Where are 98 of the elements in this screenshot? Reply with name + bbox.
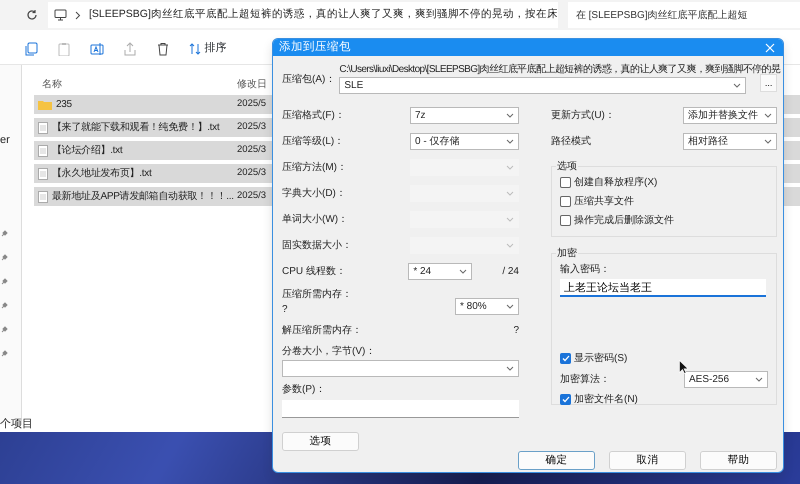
checkbox[interactable] bbox=[560, 196, 571, 208]
clipboard-icon[interactable] bbox=[57, 42, 71, 56]
field-label: 单词大小(W)： bbox=[282, 212, 348, 227]
caret-icon bbox=[755, 376, 763, 382]
dialog-title: 添加到压缩包 bbox=[279, 40, 351, 55]
column-header[interactable]: 名称 bbox=[34, 76, 237, 92]
refresh-icon[interactable] bbox=[26, 9, 38, 21]
document-icon bbox=[38, 168, 48, 180]
checkbox[interactable] bbox=[560, 177, 571, 188]
caret-icon bbox=[764, 112, 772, 118]
browse-button[interactable]: ... bbox=[760, 74, 777, 92]
delete-icon[interactable] bbox=[156, 42, 170, 56]
file-name: 235 bbox=[56, 98, 72, 112]
checkbox[interactable] bbox=[560, 353, 571, 364]
caret-icon bbox=[764, 138, 772, 144]
item-count: 个项目 bbox=[0, 417, 33, 432]
file-date: 2025/5 bbox=[237, 97, 266, 112]
field-label: 分卷大小，字节(V)： bbox=[282, 344, 376, 360]
column-header[interactable]: 修改日 bbox=[237, 76, 267, 92]
field-label: 压缩包(A)： bbox=[282, 72, 336, 88]
chevron-icon bbox=[75, 10, 81, 20]
field-label: CPU 线程数： bbox=[282, 264, 346, 279]
dialog-button[interactable]: 取消 bbox=[609, 451, 686, 470]
checkbox[interactable] bbox=[560, 394, 571, 406]
caret-icon bbox=[506, 112, 514, 118]
sort-button[interactable]: 排序 bbox=[189, 40, 226, 57]
dropdown[interactable]: 7z bbox=[410, 106, 519, 124]
thread-count: / 24 bbox=[502, 264, 519, 279]
caret-icon bbox=[506, 138, 514, 144]
field-label: 固实数据大小： bbox=[282, 238, 352, 253]
checkbox-label: 显示密码(S) bbox=[574, 352, 628, 366]
password-field[interactable]: 上老王论坛当老王 bbox=[560, 279, 766, 298]
pin-icon bbox=[1, 350, 8, 357]
file-date: 2025/3 bbox=[237, 120, 266, 134]
caret-icon bbox=[506, 242, 514, 248]
field-label: 压缩格式(F)： bbox=[282, 108, 345, 123]
memory-value: ? bbox=[282, 303, 289, 318]
field-label: 参数(P)： bbox=[282, 382, 326, 398]
dropdown[interactable]: * 24 bbox=[408, 262, 472, 280]
close-icon[interactable] bbox=[765, 42, 775, 53]
checkbox-label: 加密文件名(N) bbox=[574, 392, 638, 408]
rename-icon[interactable] bbox=[90, 42, 104, 56]
pin-icon bbox=[1, 278, 8, 285]
caret-icon bbox=[459, 268, 468, 274]
folder-icon bbox=[38, 99, 52, 110]
address-bar[interactable]: [SLEEPSBG]肉丝红底平底配上超短裤的诱惑，真的让人爽了又爽，爽到骚脚不停的晃动，按在床 bbox=[48, 2, 558, 28]
caret-icon bbox=[506, 164, 514, 170]
dropdown[interactable]: 添加并替换文件 bbox=[683, 106, 777, 124]
dropdown[interactable]: 相对路径 bbox=[683, 132, 777, 150]
dropdown[interactable]: 0 - 仅存储 bbox=[410, 132, 519, 150]
pin-icon bbox=[1, 254, 8, 261]
dialog-button[interactable]: 帮助 bbox=[700, 451, 777, 470]
field-label: 压缩等级(L)： bbox=[282, 134, 344, 149]
field-label: 压缩所需内存： bbox=[282, 288, 352, 302]
file-name: 最新地址及APP请发邮箱自动获取！！！... bbox=[52, 190, 234, 204]
dropdown[interactable]: * 80% bbox=[455, 298, 519, 315]
field-label: 输入密码： bbox=[560, 262, 611, 278]
file-name: 【来了就能下载和观看！纯免费！】.txt bbox=[52, 120, 220, 135]
field-label: 更新方式(U)： bbox=[551, 108, 615, 123]
copy-icon[interactable] bbox=[24, 42, 38, 56]
document-icon bbox=[38, 190, 48, 202]
file-name: 【论坛介绍】.txt bbox=[52, 144, 122, 158]
archive-path: C:\Users\liuxi\Desktop\[SLEEPSBG]肉丝红底平底配上超短裤的诱惑，真的让人爽了又爽，爽到骚脚不停的晃 bbox=[339, 63, 780, 76]
file-date: 2025/3 bbox=[237, 189, 266, 204]
options-button[interactable]: 选项 bbox=[282, 432, 359, 452]
nav-item-label: er bbox=[0, 133, 10, 148]
checkbox-label: 压缩共享文件 bbox=[574, 194, 634, 210]
file-date: 2025/3 bbox=[237, 166, 266, 180]
text-field[interactable] bbox=[282, 400, 519, 418]
sort-icon bbox=[189, 42, 202, 54]
checkbox[interactable] bbox=[560, 215, 571, 226]
caret-icon bbox=[506, 216, 514, 222]
mouse-cursor-icon bbox=[679, 360, 688, 374]
field-label: 压缩方法(M)： bbox=[282, 160, 347, 175]
address-path: [SLEEPSBG]肉丝红底平底配上超短裤的诱惑，真的让人爽了又爽，爽到骚脚不停的晃动，按在床 bbox=[89, 7, 558, 22]
file-name: 【永久地址发布页】.txt bbox=[52, 166, 152, 181]
document-icon bbox=[38, 144, 48, 156]
field-label: 路径模式 bbox=[551, 134, 591, 149]
caret-icon bbox=[506, 304, 514, 309]
document-icon bbox=[38, 122, 48, 134]
caret-icon bbox=[506, 190, 514, 196]
field-label: 字典大小(D)： bbox=[282, 186, 346, 201]
pin-icon bbox=[1, 302, 8, 309]
checkbox-label: 创建自释放程序(X) bbox=[574, 176, 658, 190]
caret-icon bbox=[733, 83, 742, 88]
file-date: 2025/3 bbox=[237, 143, 266, 158]
monitor-icon bbox=[54, 9, 67, 21]
search-field[interactable]: 在 [SLEEPSBG]肉丝红底平底配上超短 bbox=[568, 2, 800, 28]
checkbox-label: 操作完成后删除源文件 bbox=[574, 214, 674, 228]
dialog-button[interactable]: 确定 bbox=[518, 451, 595, 470]
dropdown[interactable]: AES-256 bbox=[684, 370, 768, 388]
memory-value: ? bbox=[513, 324, 519, 338]
caret-icon bbox=[506, 366, 514, 372]
archive-name-combo[interactable]: SLE bbox=[339, 77, 746, 94]
field-label: 解压缩所需内存： bbox=[282, 324, 362, 338]
field-label: 加密算法： bbox=[560, 372, 610, 387]
pin-icon bbox=[1, 326, 8, 333]
pin-icon bbox=[1, 230, 8, 237]
